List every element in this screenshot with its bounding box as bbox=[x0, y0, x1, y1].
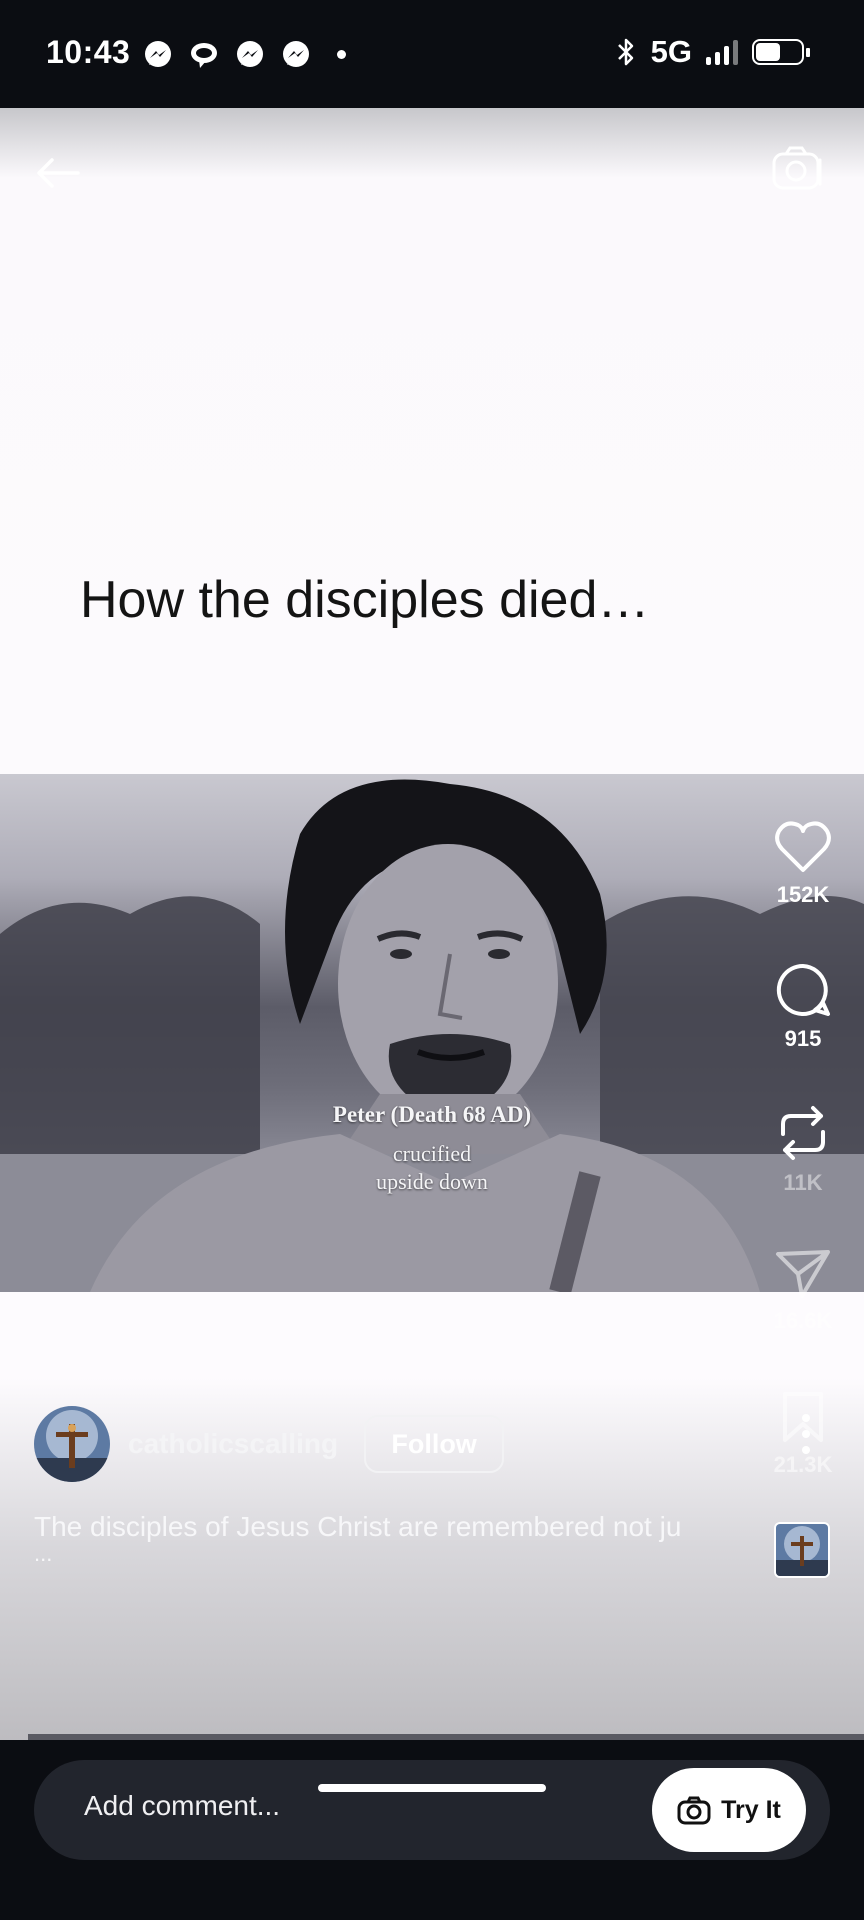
status-right: 5G bbox=[615, 34, 810, 70]
camera-icon bbox=[677, 1796, 711, 1825]
video-image bbox=[0, 779, 864, 1292]
post-viewer[interactable]: How the disciples died… Peter (Death 68 … bbox=[0, 108, 864, 1740]
description-more[interactable]: ... bbox=[34, 1543, 754, 1565]
video-caption-title: Peter (Death 68 AD) bbox=[332, 1102, 532, 1127]
chat-bubble-icon bbox=[191, 43, 217, 68]
comment-button[interactable]: 915 bbox=[758, 962, 848, 1052]
network-type: 5G bbox=[650, 34, 692, 69]
messenger-icon bbox=[237, 41, 263, 67]
clock-time: 10:43 bbox=[46, 34, 131, 70]
post-description[interactable]: The disciples of Jesus Christ are rememb… bbox=[34, 1510, 754, 1565]
like-button[interactable]: 152K bbox=[758, 820, 848, 908]
repost-count: 11K bbox=[783, 1170, 823, 1195]
video-caption-line: crucified bbox=[392, 1141, 472, 1166]
status-bar: 10:43 5G bbox=[0, 0, 864, 108]
heart-icon bbox=[775, 821, 831, 872]
battery-icon bbox=[752, 39, 810, 65]
add-comment-input[interactable]: Add comment... bbox=[84, 1790, 280, 1822]
home-indicator[interactable] bbox=[318, 1784, 546, 1792]
bottom-bar: Add comment... Try It bbox=[0, 1740, 864, 1920]
video-caption-text: crucified upside down bbox=[0, 1140, 864, 1196]
messenger-icon bbox=[145, 41, 171, 67]
bluetooth-icon bbox=[617, 38, 633, 66]
send-icon bbox=[776, 1250, 830, 1298]
comment-bar: Add comment... Try It bbox=[34, 1760, 830, 1860]
media-thumbnail[interactable] bbox=[774, 1522, 830, 1578]
video-caption-line: upside down bbox=[376, 1169, 488, 1194]
thumbnail-image bbox=[776, 1524, 828, 1576]
video-frame[interactable]: Peter (Death 68 AD) crucified upside dow… bbox=[0, 774, 864, 1292]
try-it-label: Try It bbox=[721, 1795, 781, 1824]
share-count: 16.6K bbox=[773, 1308, 833, 1333]
messenger-icon bbox=[283, 41, 309, 67]
try-it-button[interactable]: Try It bbox=[652, 1768, 806, 1852]
like-count: 152K bbox=[776, 882, 830, 907]
more-options-icon[interactable] bbox=[798, 1412, 814, 1456]
repost-icon bbox=[781, 1106, 825, 1160]
author-row: catholicscalling Follow bbox=[34, 1406, 505, 1482]
more-notifications-dot bbox=[337, 50, 346, 59]
avatar[interactable] bbox=[34, 1406, 110, 1482]
comment-count: 915 bbox=[784, 1026, 822, 1051]
battery-level-fill bbox=[756, 43, 780, 61]
back-arrow-icon[interactable] bbox=[30, 148, 90, 198]
author-username[interactable]: catholicscalling bbox=[128, 1428, 338, 1460]
signal-strength-icon bbox=[706, 39, 738, 65]
follow-button[interactable]: Follow bbox=[364, 1415, 505, 1473]
camera-icon[interactable] bbox=[770, 144, 824, 194]
overlay-title: How the disciples died… bbox=[80, 571, 650, 629]
avatar-image bbox=[34, 1406, 110, 1482]
repost-button[interactable]: 11K bbox=[758, 1104, 848, 1196]
share-button[interactable]: 16.6K bbox=[758, 1248, 848, 1334]
description-text: The disciples of Jesus Christ are rememb… bbox=[34, 1511, 682, 1542]
comment-bubble-icon bbox=[776, 963, 830, 1016]
